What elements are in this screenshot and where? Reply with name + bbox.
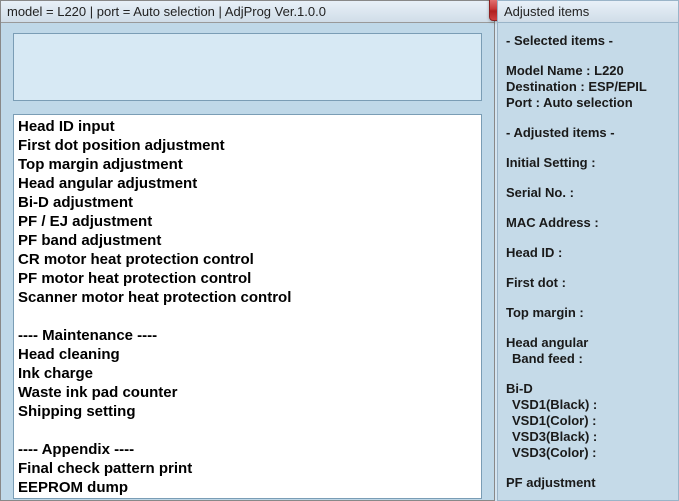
titlebar: model = L220 | port = Auto selection | A…	[1, 1, 494, 23]
side-panel-title: Adjusted items	[498, 1, 678, 23]
list-item[interactable]: CR motor heat protection control	[18, 250, 477, 269]
list-item	[18, 307, 477, 326]
main-window: model = L220 | port = Auto selection | A…	[0, 0, 495, 501]
side-headang: Head angular	[506, 335, 676, 351]
side-destination: Destination : ESP/EPIL	[506, 79, 676, 95]
list-item[interactable]: Head ID input	[18, 117, 477, 136]
list-item[interactable]: EEPROM dump	[18, 478, 477, 497]
side-headid: Head ID :	[506, 245, 676, 261]
side-serial: Serial No. :	[506, 185, 676, 201]
side-pfadj: PF adjustment	[506, 475, 676, 491]
side-panel: Adjusted items - Selected items - Model …	[497, 0, 679, 501]
list-item[interactable]: Waste ink pad counter	[18, 383, 477, 402]
window-title: model = L220 | port = Auto selection | A…	[7, 4, 326, 19]
listbox-container: Head ID input First dot position adjustm…	[13, 114, 482, 499]
command-input[interactable]	[13, 33, 482, 101]
list-item[interactable]: First dot position adjustment	[18, 136, 477, 155]
side-bid: Bi-D	[506, 381, 676, 397]
list-section-header: ---- Appendix ----	[18, 440, 477, 459]
list-item[interactable]: Head cleaning	[18, 345, 477, 364]
content-area: Head ID input First dot position adjustm…	[1, 23, 494, 500]
side-vsd1b: VSD1(Black) :	[506, 397, 676, 413]
list-item[interactable]: Scanner motor heat protection control	[18, 288, 477, 307]
side-initial: Initial Setting :	[506, 155, 676, 171]
side-panel-body[interactable]: - Selected items - Model Name : L220 Des…	[498, 23, 678, 500]
side-selected-header: - Selected items -	[506, 33, 676, 49]
side-firstdot: First dot :	[506, 275, 676, 291]
list-item[interactable]: Final check pattern print	[18, 459, 477, 478]
list-item[interactable]: PF band adjustment	[18, 231, 477, 250]
list-item[interactable]: Shipping setting	[18, 402, 477, 421]
list-item	[18, 421, 477, 440]
side-model: Model Name : L220	[506, 63, 676, 79]
side-adjusted-header: - Adjusted items -	[506, 125, 676, 141]
list-section-header: ---- Maintenance ----	[18, 326, 477, 345]
adjustment-listbox[interactable]: Head ID input First dot position adjustm…	[14, 115, 481, 498]
list-item[interactable]: Ink charge	[18, 364, 477, 383]
list-item[interactable]: PF / EJ adjustment	[18, 212, 477, 231]
side-topmargin: Top margin :	[506, 305, 676, 321]
side-vsd1c: VSD1(Color) :	[506, 413, 676, 429]
list-item[interactable]: Top margin adjustment	[18, 155, 477, 174]
side-bandfeed: Band feed :	[506, 351, 676, 367]
side-port: Port : Auto selection	[506, 95, 676, 111]
list-item[interactable]: Head angular adjustment	[18, 174, 477, 193]
side-mac: MAC Address :	[506, 215, 676, 231]
list-item[interactable]: Bi-D adjustment	[18, 193, 477, 212]
list-item[interactable]: PF motor heat protection control	[18, 269, 477, 288]
side-vsd3b: VSD3(Black) :	[506, 429, 676, 445]
side-vsd3c: VSD3(Color) :	[506, 445, 676, 461]
